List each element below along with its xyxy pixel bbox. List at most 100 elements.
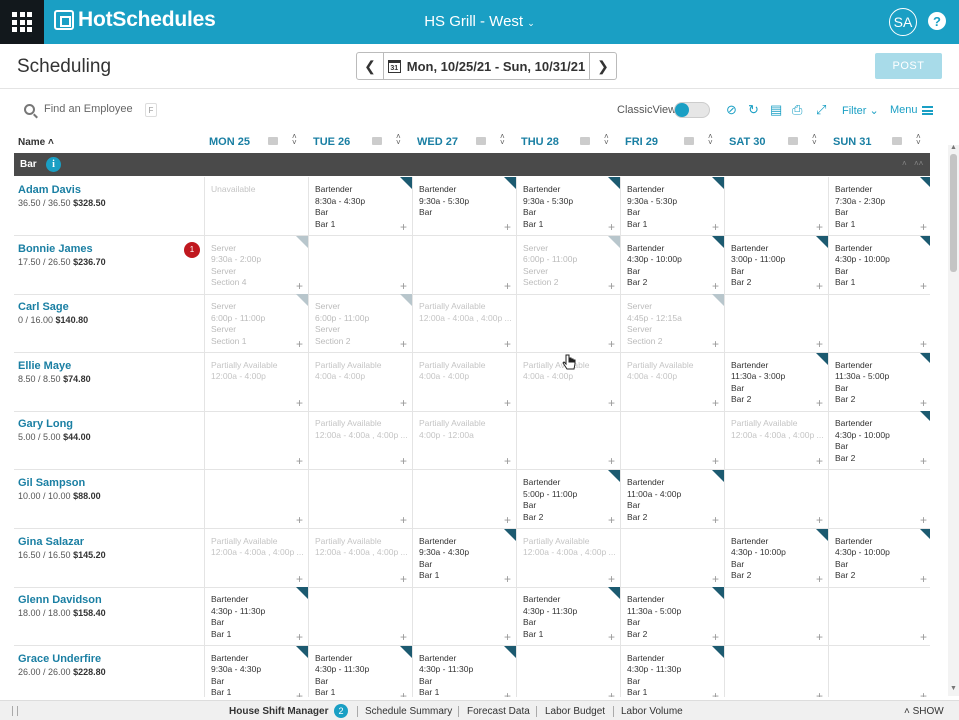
- shift-cell[interactable]: +: [204, 411, 308, 470]
- add-shift-icon[interactable]: +: [608, 573, 615, 585]
- shift-cell[interactable]: Partially Available 12:00a - 4:00a , 4:00…: [516, 528, 620, 587]
- date-range-label[interactable]: Mon, 10/25/21 - Sun, 10/31/21: [407, 59, 585, 74]
- add-shift-icon[interactable]: +: [400, 221, 407, 233]
- add-shift-icon[interactable]: +: [504, 397, 511, 409]
- shift-cell[interactable]: Bartender 4:30p - 10:00p Bar Bar 2 +: [828, 528, 930, 587]
- day-column-header[interactable]: THU 28: [521, 136, 559, 148]
- date-range-picker[interactable]: 31 Mon, 10/25/21 - Sun, 10/31/21: [384, 59, 589, 74]
- shift-cell[interactable]: Server 6:00p - 11:00p Server Section 2 +: [308, 294, 412, 353]
- add-shift-icon[interactable]: +: [504, 221, 511, 233]
- add-shift-icon[interactable]: +: [712, 280, 719, 292]
- sort-icon[interactable]: ˄ ˅: [708, 133, 713, 147]
- employee-name[interactable]: Adam Davis: [18, 184, 81, 196]
- add-shift-icon[interactable]: +: [400, 631, 407, 643]
- add-shift-icon[interactable]: +: [400, 573, 407, 585]
- scroll-down-icon[interactable]: ▼: [950, 685, 957, 692]
- sort-icon[interactable]: ˄ ˅: [604, 133, 609, 147]
- day-note-icon[interactable]: [476, 137, 486, 145]
- previous-week-button[interactable]: ❮: [357, 53, 384, 79]
- employee-search[interactable]: Find an Employee: [24, 103, 133, 115]
- add-shift-icon[interactable]: +: [920, 397, 927, 409]
- add-shift-icon[interactable]: +: [920, 573, 927, 585]
- add-shift-icon[interactable]: +: [504, 690, 511, 697]
- shift-cell[interactable]: +: [828, 470, 930, 528]
- add-shift-icon[interactable]: +: [296, 573, 303, 585]
- shift-cell[interactable]: Bartender 4:30p - 10:00p Bar Bar 2 +: [620, 235, 724, 294]
- day-note-icon[interactable]: [580, 137, 590, 145]
- scroll-up-icon[interactable]: ▲: [950, 144, 957, 151]
- shift-cell[interactable]: +: [412, 470, 516, 528]
- add-shift-icon[interactable]: +: [296, 338, 303, 350]
- shift-cell[interactable]: Bartender 8:30a - 4:30p Bar Bar 1 +: [308, 177, 412, 235]
- sort-icon[interactable]: ˄ ˅: [500, 133, 505, 147]
- shift-cell[interactable]: Partially Available 12:00a - 4:00a , 4:00…: [204, 528, 308, 587]
- shift-cell[interactable]: Unavailable: [204, 177, 308, 235]
- show-label[interactable]: SHOW: [913, 706, 944, 717]
- shift-cell[interactable]: Server 6:00p - 11:00p Server Section 2 +: [516, 235, 620, 294]
- sort-up-icon[interactable]: ˄: [48, 137, 54, 148]
- day-note-icon[interactable]: [788, 137, 798, 145]
- shift-cell[interactable]: Bartender 11:30a - 5:00p Bar Bar 2 +: [620, 587, 724, 646]
- add-shift-icon[interactable]: +: [504, 280, 511, 292]
- add-shift-icon[interactable]: +: [296, 280, 303, 292]
- group-bar[interactable]: Bar i ˄ ˄˄: [14, 153, 930, 176]
- add-shift-icon[interactable]: +: [608, 397, 615, 409]
- shift-cell[interactable]: Bartender 9:30a - 4:30p Bar Bar 1 +: [204, 645, 308, 697]
- add-shift-icon[interactable]: +: [504, 455, 511, 467]
- employee-name[interactable]: Gil Sampson: [18, 477, 85, 489]
- search-input[interactable]: Find an Employee: [44, 103, 133, 115]
- day-column-header[interactable]: MON 25: [209, 136, 250, 148]
- shift-cell[interactable]: Partially Available 4:00a - 4:00p +: [308, 352, 412, 411]
- alert-badge[interactable]: 1: [184, 241, 200, 258]
- shift-cell[interactable]: Bartender 5:00p - 11:00p Bar Bar 2 +: [516, 470, 620, 528]
- post-button[interactable]: POST: [875, 53, 942, 79]
- chevron-down-icon[interactable]: ⌄: [870, 105, 879, 117]
- add-shift-icon[interactable]: +: [816, 514, 823, 526]
- add-shift-icon[interactable]: +: [712, 455, 719, 467]
- menu-button[interactable]: Menu: [890, 104, 918, 116]
- shift-cell[interactable]: +: [724, 587, 828, 646]
- employee-name[interactable]: Ellie Maye: [18, 360, 71, 372]
- add-shift-icon[interactable]: +: [816, 573, 823, 585]
- shift-cell[interactable]: +: [724, 294, 828, 353]
- shift-cell[interactable]: +: [828, 645, 930, 697]
- filter-button[interactable]: Filter ⌄: [842, 104, 879, 117]
- help-icon[interactable]: ?: [928, 12, 946, 30]
- chevron-up-icon[interactable]: ˄: [904, 706, 910, 717]
- hamburger-icon[interactable]: [922, 106, 933, 115]
- shift-cell[interactable]: Partially Available 12:00a - 4:00a , 4:00…: [308, 528, 412, 587]
- shift-cell[interactable]: Bartender 4:30p - 10:00p Bar Bar 2 +: [724, 528, 828, 587]
- classic-view-toggle[interactable]: [674, 102, 710, 118]
- add-shift-icon[interactable]: +: [816, 221, 823, 233]
- shift-cell[interactable]: +: [828, 587, 930, 646]
- shift-cell[interactable]: Bartender 9:30a - 4:30p Bar Bar 1 +: [412, 528, 516, 587]
- hide-icon[interactable]: ⊘: [726, 103, 737, 117]
- add-shift-icon[interactable]: +: [920, 338, 927, 350]
- tab-forecast-data[interactable]: Forecast Data: [467, 706, 530, 717]
- add-shift-icon[interactable]: +: [504, 573, 511, 585]
- shift-cell[interactable]: Bartender 9:30a - 5:30p Bar +: [412, 177, 516, 235]
- add-shift-icon[interactable]: +: [504, 338, 511, 350]
- add-shift-icon[interactable]: +: [816, 631, 823, 643]
- day-column-header[interactable]: WED 27: [417, 136, 458, 148]
- shift-cell[interactable]: Bartender 4:30p - 11:30p Bar Bar 1 +: [412, 645, 516, 697]
- chevron-down-icon[interactable]: ⌄: [527, 18, 535, 28]
- add-shift-icon[interactable]: +: [712, 221, 719, 233]
- shift-cell[interactable]: Server 9:30a - 2:00p Server Section 4 +: [204, 235, 308, 294]
- add-shift-icon[interactable]: +: [920, 221, 927, 233]
- chevron-right-icon[interactable]: ❯: [597, 58, 609, 75]
- shift-cell[interactable]: +: [724, 177, 828, 235]
- add-shift-icon[interactable]: +: [608, 514, 615, 526]
- employee-name[interactable]: Carl Sage: [18, 301, 69, 313]
- tab-labor-volume[interactable]: Labor Volume: [621, 706, 683, 717]
- refresh-icon[interactable]: ↻: [748, 103, 759, 117]
- add-shift-icon[interactable]: +: [296, 397, 303, 409]
- add-shift-icon[interactable]: +: [920, 631, 927, 643]
- expand-icon[interactable]: ⤢: [816, 103, 826, 117]
- add-shift-icon[interactable]: +: [608, 221, 615, 233]
- tab-schedule-summary[interactable]: Schedule Summary: [365, 706, 452, 717]
- shift-cell[interactable]: Bartender 4:30p - 11:30p Bar Bar 1 +: [204, 587, 308, 646]
- name-header-label[interactable]: Name: [18, 137, 45, 148]
- shift-cell[interactable]: +: [204, 470, 308, 528]
- sort-icon[interactable]: ˄ ˅: [292, 133, 297, 147]
